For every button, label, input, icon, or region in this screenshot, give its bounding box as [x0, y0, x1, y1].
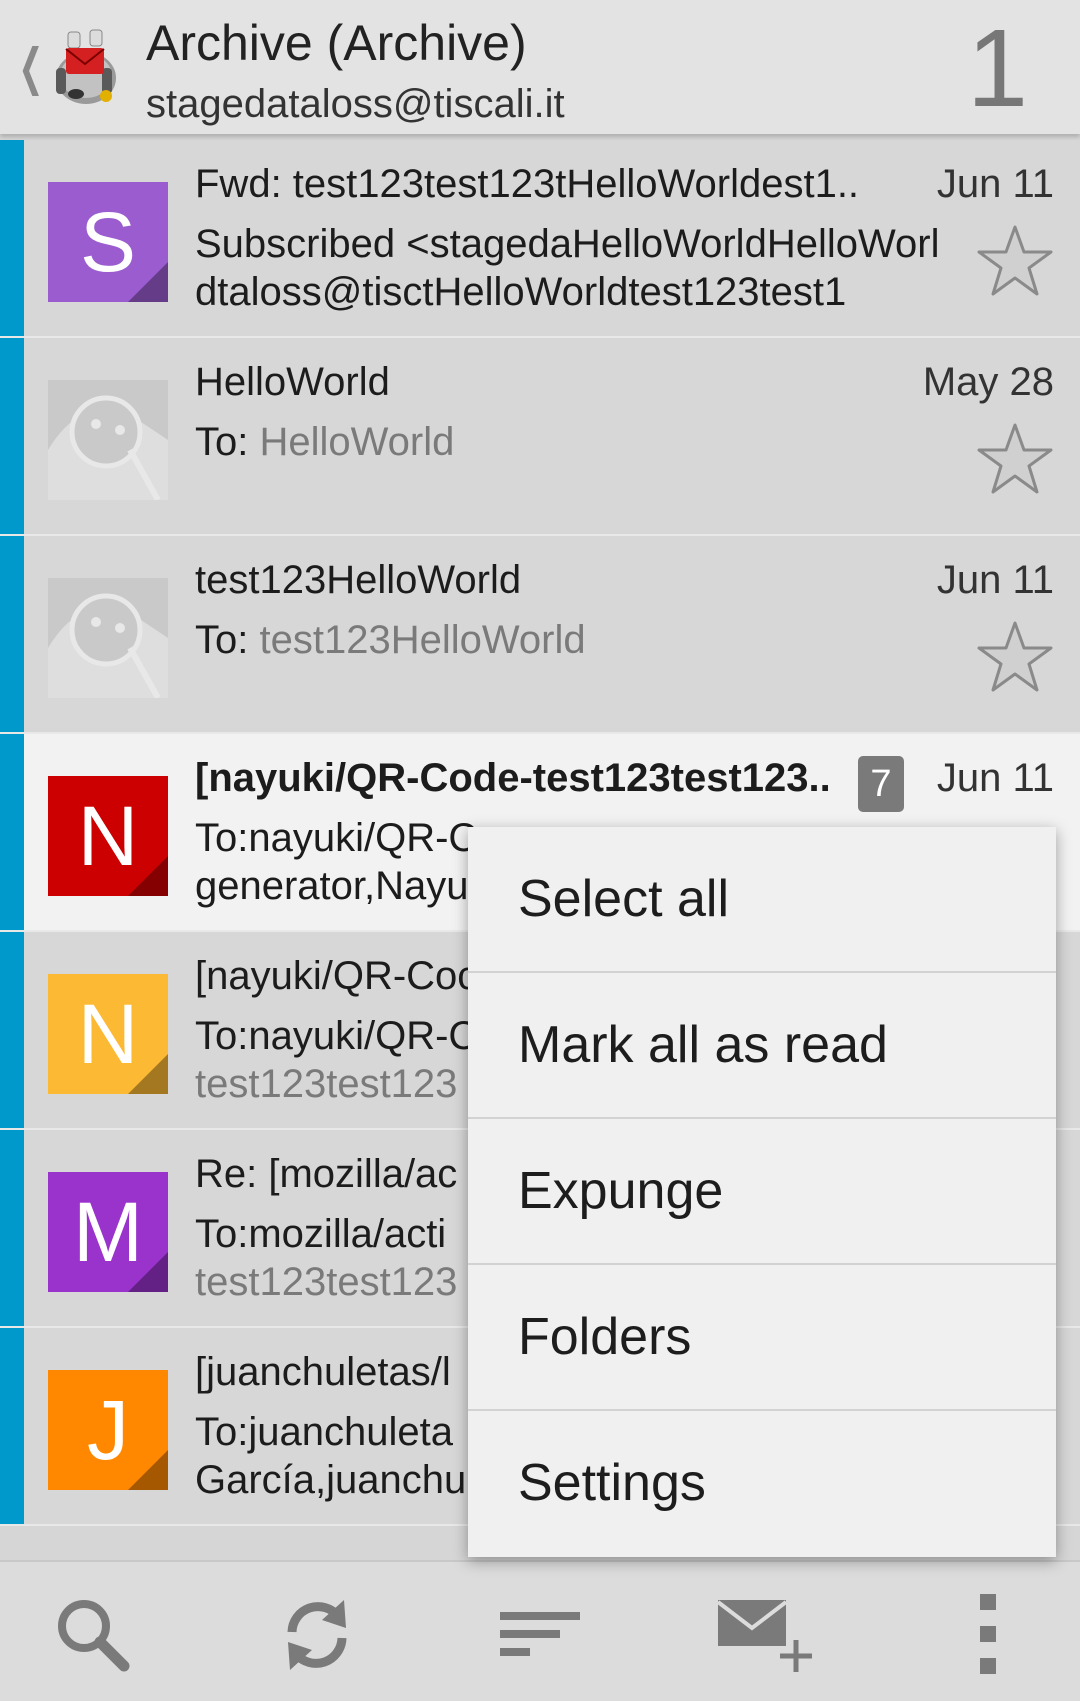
avatar-corner: [128, 1054, 168, 1094]
menu-item-select-all[interactable]: Select all: [468, 827, 1056, 973]
contact-avatar[interactable]: [48, 578, 168, 698]
contact-avatar[interactable]: M: [48, 1172, 168, 1292]
menu-item-settings[interactable]: Settings: [468, 1411, 1056, 1557]
preview-text: test123HelloWorld: [259, 618, 586, 662]
unread-count: 1: [966, 7, 1028, 130]
avatar-corner: [128, 1450, 168, 1490]
refresh-icon[interactable]: [272, 1590, 362, 1680]
message-subject: test123HelloWorld: [195, 558, 522, 602]
avatar-corner: [128, 262, 168, 302]
message-item[interactable]: HelloWorld May 28 To: HelloWorld: [0, 338, 1080, 536]
avatar-corner: [128, 856, 168, 896]
message-date: Jun 11: [936, 162, 1054, 206]
message-item[interactable]: test123HelloWorld Jun 11 To: test123Hell…: [0, 536, 1080, 734]
menu-item-mark-all-read[interactable]: Mark all as read: [468, 973, 1056, 1119]
android-placeholder-icon: [48, 578, 168, 698]
message-preview: Subscribed <stagedaHelloWorldHelloWorldt…: [195, 220, 955, 316]
message-item[interactable]: S Fwd: test123test123tHelloWorldest1.. J…: [0, 140, 1080, 338]
overflow-menu-icon[interactable]: [944, 1590, 1034, 1680]
folder-title: Archive (Archive): [146, 15, 527, 71]
star-icon[interactable]: [976, 422, 1054, 496]
account-color-stripe: [0, 140, 24, 336]
account-color-stripe: [0, 932, 24, 1128]
message-subject: HelloWorld: [195, 360, 390, 404]
message-date: Jun 11: [936, 756, 1054, 800]
message-subject: Fwd: test123test123tHelloWorldest1..: [195, 162, 860, 206]
message-preview: To: HelloWorld: [195, 418, 955, 466]
overflow-menu: Select all Mark all as read Expunge Fold…: [468, 827, 1056, 1557]
action-bar: ❮ Archive (Archive) stagedataloss@tiscal…: [0, 0, 1080, 134]
message-date: May 28: [922, 360, 1054, 404]
search-icon[interactable]: [48, 1590, 138, 1680]
sort-icon[interactable]: [496, 1590, 586, 1680]
avatar-letter: J: [87, 1383, 129, 1477]
star-icon[interactable]: [976, 224, 1054, 298]
app-logo-icon[interactable]: [46, 22, 124, 110]
message-preview: To: test123HelloWorld: [195, 616, 955, 664]
account-email: stagedataloss@tiscali.it: [146, 82, 565, 126]
contact-avatar[interactable]: S: [48, 182, 168, 302]
account-color-stripe: [0, 734, 24, 930]
preview-text: HelloWorld: [259, 420, 455, 464]
contact-avatar[interactable]: N: [48, 776, 168, 896]
contact-avatar[interactable]: J: [48, 1370, 168, 1490]
message-subject: [nayuki/QR-Code-test123test123..: [195, 756, 831, 800]
thread-count-badge: 7: [858, 756, 904, 812]
compose-icon[interactable]: [716, 1590, 816, 1680]
menu-item-expunge[interactable]: Expunge: [468, 1119, 1056, 1265]
contact-avatar[interactable]: [48, 380, 168, 500]
account-color-stripe: [0, 1130, 24, 1326]
account-color-stripe: [0, 536, 24, 732]
preview-text: Subscribed <stagedaHelloWorldHelloWorldt…: [195, 222, 940, 314]
message-date: Jun 11: [936, 558, 1054, 602]
menu-item-folders[interactable]: Folders: [468, 1265, 1056, 1411]
star-icon[interactable]: [976, 620, 1054, 694]
avatar-corner: [128, 1252, 168, 1292]
android-placeholder-icon: [48, 380, 168, 500]
preview-prefix: To:: [195, 618, 260, 662]
contact-avatar[interactable]: N: [48, 974, 168, 1094]
back-chevron-icon[interactable]: ❮: [18, 42, 43, 92]
account-color-stripe: [0, 338, 24, 534]
preview-prefix: To:: [195, 420, 260, 464]
account-color-stripe: [0, 1328, 24, 1524]
bottom-toolbar: [0, 1560, 1080, 1701]
